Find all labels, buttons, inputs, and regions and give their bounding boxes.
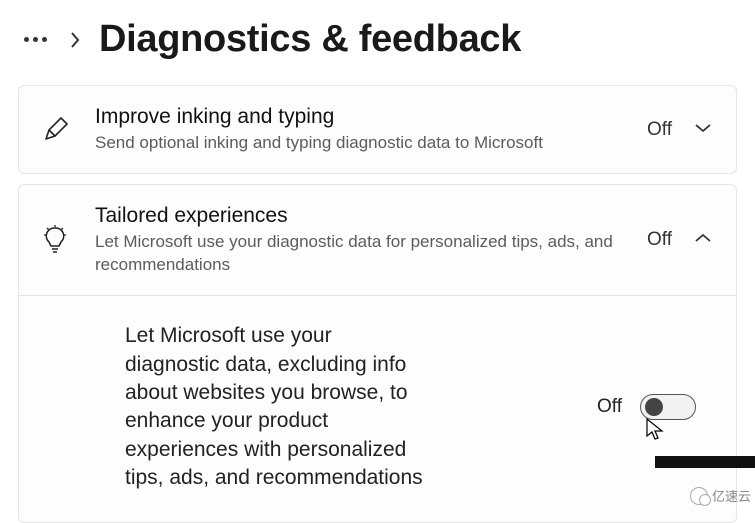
tailored-body: Let Microsoft use your diagnostic data, … bbox=[19, 295, 736, 522]
chevron-down-icon bbox=[694, 121, 714, 139]
toggle-knob bbox=[645, 398, 663, 416]
chevron-right-icon bbox=[69, 31, 81, 49]
inking-state: Off bbox=[647, 119, 672, 141]
card-improve-inking: Improve inking and typing Send optional … bbox=[18, 85, 737, 174]
ellipsis-icon[interactable] bbox=[20, 33, 51, 46]
row-tailored[interactable]: Tailored experiences Let Microsoft use y… bbox=[19, 185, 736, 295]
toggle-label: Off bbox=[597, 396, 622, 418]
breadcrumb: Diagnostics & feedback bbox=[0, 0, 755, 85]
tailored-body-text: Let Microsoft use your diagnostic data, … bbox=[125, 322, 425, 492]
inking-subtitle: Send optional inking and typing diagnost… bbox=[95, 132, 625, 155]
watermark: 亿速云 bbox=[655, 456, 755, 511]
tailored-state: Off bbox=[647, 229, 672, 251]
tailored-toggle[interactable] bbox=[640, 394, 696, 420]
lightbulb-icon bbox=[37, 225, 73, 255]
pen-icon bbox=[37, 116, 73, 144]
page-title: Diagnostics & feedback bbox=[99, 18, 521, 61]
tailored-title: Tailored experiences bbox=[95, 203, 625, 229]
tailored-subtitle: Let Microsoft use your diagnostic data f… bbox=[95, 231, 625, 277]
watermark-text: 亿速云 bbox=[712, 486, 751, 505]
inking-title: Improve inking and typing bbox=[95, 104, 625, 130]
chevron-up-icon bbox=[694, 231, 714, 249]
card-tailored: Tailored experiences Let Microsoft use y… bbox=[18, 184, 737, 523]
row-improve-inking[interactable]: Improve inking and typing Send optional … bbox=[19, 86, 736, 173]
